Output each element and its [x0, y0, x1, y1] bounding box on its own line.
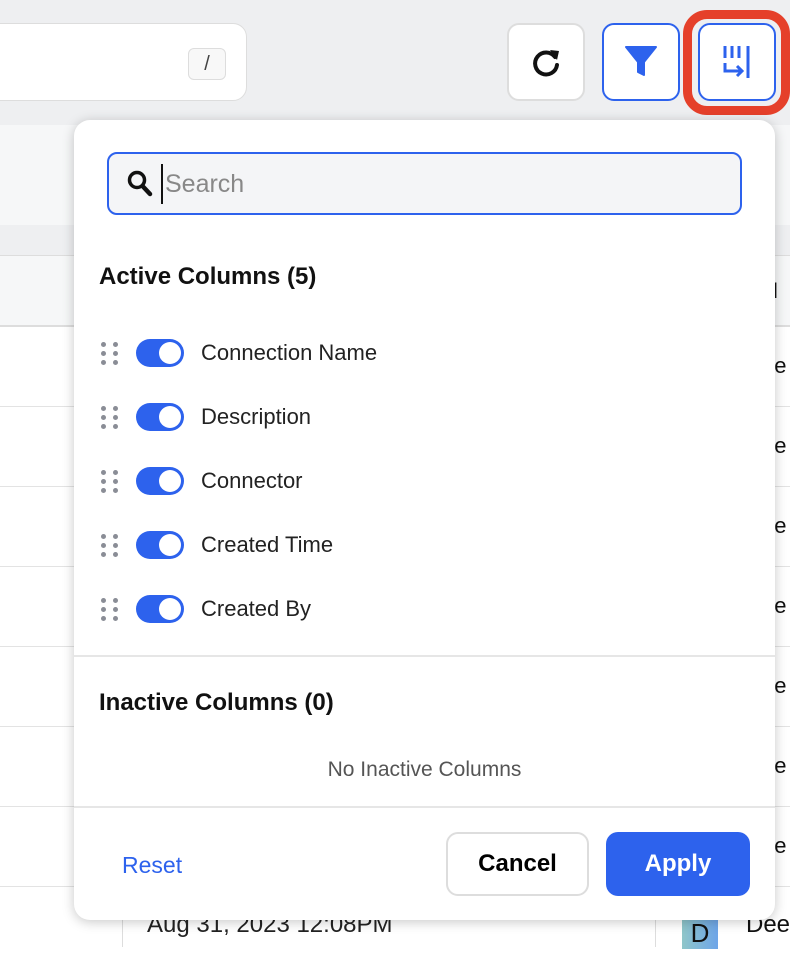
column-search[interactable] — [107, 152, 742, 215]
column-label: Description — [201, 404, 312, 429]
drag-handle-icon[interactable] — [101, 533, 119, 557]
refresh-icon — [533, 50, 559, 77]
drag-handle-icon[interactable] — [101, 469, 119, 493]
apply-button[interactable]: Apply — [606, 832, 750, 896]
column-toggle[interactable] — [136, 403, 184, 431]
active-columns-heading: Active Columns (5) — [99, 263, 317, 290]
column-toggle[interactable] — [136, 339, 184, 367]
section-divider — [74, 655, 775, 657]
column-item-description[interactable]: Description — [99, 397, 699, 437]
filter-icon — [625, 46, 657, 76]
column-label: Connection Name — [201, 340, 378, 365]
reset-button[interactable]: Reset — [122, 852, 182, 879]
footer-divider — [74, 806, 775, 808]
global-search-input[interactable]: / — [0, 23, 247, 101]
inactive-columns-heading: Inactive Columns (0) — [99, 689, 334, 716]
column-toggle[interactable] — [136, 531, 184, 559]
column-item-created-by[interactable]: Created By — [99, 589, 699, 629]
column-label: Created By — [201, 596, 312, 621]
column-label: Created Time — [201, 532, 334, 557]
column-settings-panel: Active Columns (5) Connection Name Descr… — [74, 120, 775, 920]
drag-handle-icon[interactable] — [101, 405, 119, 429]
column-item-connection-name[interactable]: Connection Name — [99, 333, 699, 373]
refresh-button[interactable] — [507, 23, 585, 101]
highlight-outline — [683, 10, 790, 115]
toolbar: / — [0, 0, 790, 125]
column-item-created-time[interactable]: Created Time — [99, 525, 699, 565]
inactive-empty-message: No Inactive Columns — [327, 758, 522, 781]
search-shortcut-hint: / — [188, 48, 226, 80]
column-item-connector[interactable]: Connector — [99, 461, 699, 501]
drag-handle-icon[interactable] — [101, 341, 119, 365]
drag-handle-icon[interactable] — [101, 597, 119, 621]
column-search-input[interactable] — [161, 164, 721, 204]
column-label: Connector — [201, 468, 303, 493]
search-icon — [127, 170, 153, 197]
column-toggle[interactable] — [136, 595, 184, 623]
cancel-button[interactable]: Cancel — [446, 832, 589, 896]
column-toggle[interactable] — [136, 467, 184, 495]
filter-button[interactable] — [602, 23, 680, 101]
